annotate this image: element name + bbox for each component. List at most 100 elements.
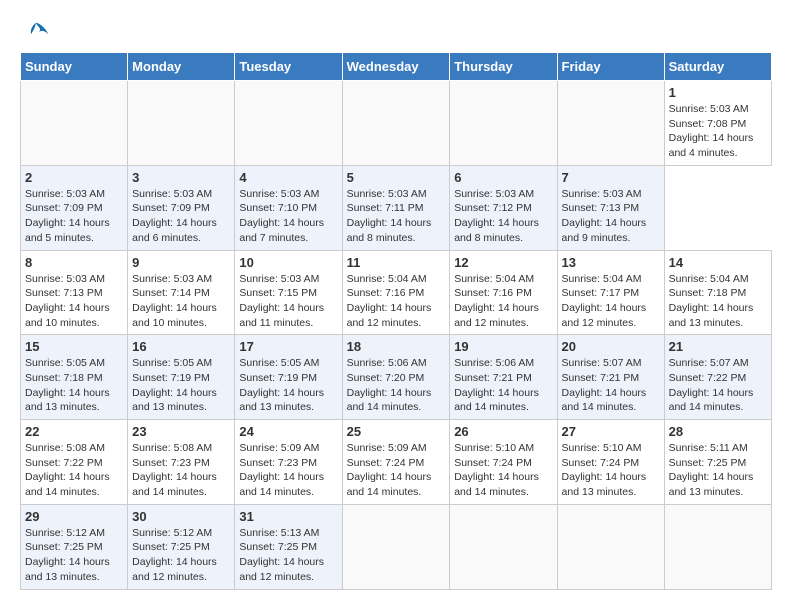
day-number: 23	[132, 424, 230, 439]
day-info: Sunrise: 5:03 AMSunset: 7:11 PMDaylight:…	[347, 188, 432, 244]
calendar-cell: 9 Sunrise: 5:03 AMSunset: 7:14 PMDayligh…	[128, 250, 235, 335]
calendar-cell: 30 Sunrise: 5:12 AMSunset: 7:25 PMDaylig…	[128, 504, 235, 589]
calendar-cell-empty	[342, 504, 450, 589]
day-info: Sunrise: 5:03 AMSunset: 7:09 PMDaylight:…	[25, 188, 110, 244]
day-number: 31	[239, 509, 337, 524]
calendar-cell: 16 Sunrise: 5:05 AMSunset: 7:19 PMDaylig…	[128, 335, 235, 420]
day-number: 24	[239, 424, 337, 439]
day-number: 19	[454, 339, 552, 354]
day-info: Sunrise: 5:04 AMSunset: 7:18 PMDaylight:…	[669, 273, 754, 329]
calendar-cell: 19 Sunrise: 5:06 AMSunset: 7:21 PMDaylig…	[450, 335, 557, 420]
header-wednesday: Wednesday	[342, 53, 450, 81]
calendar-cell: 27 Sunrise: 5:10 AMSunset: 7:24 PMDaylig…	[557, 420, 664, 505]
logo-bird-icon	[22, 20, 50, 48]
day-info: Sunrise: 5:10 AMSunset: 7:24 PMDaylight:…	[454, 442, 539, 498]
day-info: Sunrise: 5:07 AMSunset: 7:21 PMDaylight:…	[562, 357, 647, 413]
day-number: 2	[25, 170, 123, 185]
logo	[20, 20, 50, 44]
day-info: Sunrise: 5:03 AMSunset: 7:15 PMDaylight:…	[239, 273, 324, 329]
calendar-cell-empty	[450, 81, 557, 166]
calendar-cell: 10 Sunrise: 5:03 AMSunset: 7:15 PMDaylig…	[235, 250, 342, 335]
calendar-cell: 26 Sunrise: 5:10 AMSunset: 7:24 PMDaylig…	[450, 420, 557, 505]
calendar-cell: 28 Sunrise: 5:11 AMSunset: 7:25 PMDaylig…	[664, 420, 771, 505]
calendar-cell: 13 Sunrise: 5:04 AMSunset: 7:17 PMDaylig…	[557, 250, 664, 335]
header-tuesday: Tuesday	[235, 53, 342, 81]
day-info: Sunrise: 5:03 AMSunset: 7:13 PMDaylight:…	[25, 273, 110, 329]
header-thursday: Thursday	[450, 53, 557, 81]
header-monday: Monday	[128, 53, 235, 81]
day-number: 6	[454, 170, 552, 185]
calendar-cell-empty	[235, 81, 342, 166]
day-number: 17	[239, 339, 337, 354]
day-info: Sunrise: 5:09 AMSunset: 7:24 PMDaylight:…	[347, 442, 432, 498]
day-number: 30	[132, 509, 230, 524]
calendar-cell: 3 Sunrise: 5:03 AMSunset: 7:09 PMDayligh…	[128, 165, 235, 250]
day-number: 7	[562, 170, 660, 185]
day-number: 22	[25, 424, 123, 439]
header-friday: Friday	[557, 53, 664, 81]
day-info: Sunrise: 5:07 AMSunset: 7:22 PMDaylight:…	[669, 357, 754, 413]
calendar-cell: 15 Sunrise: 5:05 AMSunset: 7:18 PMDaylig…	[21, 335, 128, 420]
day-number: 25	[347, 424, 446, 439]
day-number: 18	[347, 339, 446, 354]
calendar-cell: 29 Sunrise: 5:12 AMSunset: 7:25 PMDaylig…	[21, 504, 128, 589]
day-info: Sunrise: 5:12 AMSunset: 7:25 PMDaylight:…	[25, 527, 110, 583]
calendar-cell-empty	[664, 504, 771, 589]
calendar-cell: 2 Sunrise: 5:03 AMSunset: 7:09 PMDayligh…	[21, 165, 128, 250]
calendar-cell-empty	[450, 504, 557, 589]
day-number: 5	[347, 170, 446, 185]
calendar-week-row: 29 Sunrise: 5:12 AMSunset: 7:25 PMDaylig…	[21, 504, 772, 589]
day-info: Sunrise: 5:05 AMSunset: 7:19 PMDaylight:…	[132, 357, 217, 413]
calendar-week-row: 8 Sunrise: 5:03 AMSunset: 7:13 PMDayligh…	[21, 250, 772, 335]
day-info: Sunrise: 5:03 AMSunset: 7:12 PMDaylight:…	[454, 188, 539, 244]
day-info: Sunrise: 5:04 AMSunset: 7:16 PMDaylight:…	[454, 273, 539, 329]
calendar-cell: 24 Sunrise: 5:09 AMSunset: 7:23 PMDaylig…	[235, 420, 342, 505]
day-info: Sunrise: 5:03 AMSunset: 7:10 PMDaylight:…	[239, 188, 324, 244]
day-number: 1	[669, 85, 767, 100]
day-info: Sunrise: 5:11 AMSunset: 7:25 PMDaylight:…	[669, 442, 754, 498]
calendar-cell: 4 Sunrise: 5:03 AMSunset: 7:10 PMDayligh…	[235, 165, 342, 250]
day-info: Sunrise: 5:09 AMSunset: 7:23 PMDaylight:…	[239, 442, 324, 498]
day-number: 27	[562, 424, 660, 439]
calendar-table: SundayMondayTuesdayWednesdayThursdayFrid…	[20, 52, 772, 590]
calendar-cell: 23 Sunrise: 5:08 AMSunset: 7:23 PMDaylig…	[128, 420, 235, 505]
calendar-cell: 11 Sunrise: 5:04 AMSunset: 7:16 PMDaylig…	[342, 250, 450, 335]
day-number: 13	[562, 255, 660, 270]
calendar-week-row: 2 Sunrise: 5:03 AMSunset: 7:09 PMDayligh…	[21, 165, 772, 250]
calendar-cell: 18 Sunrise: 5:06 AMSunset: 7:20 PMDaylig…	[342, 335, 450, 420]
calendar-cell: 14 Sunrise: 5:04 AMSunset: 7:18 PMDaylig…	[664, 250, 771, 335]
header-saturday: Saturday	[664, 53, 771, 81]
calendar-cell-empty	[557, 504, 664, 589]
day-info: Sunrise: 5:03 AMSunset: 7:08 PMDaylight:…	[669, 103, 754, 159]
calendar-cell: 22 Sunrise: 5:08 AMSunset: 7:22 PMDaylig…	[21, 420, 128, 505]
day-number: 3	[132, 170, 230, 185]
calendar-week-row: 15 Sunrise: 5:05 AMSunset: 7:18 PMDaylig…	[21, 335, 772, 420]
day-number: 10	[239, 255, 337, 270]
calendar-cell-empty	[342, 81, 450, 166]
day-number: 9	[132, 255, 230, 270]
day-info: Sunrise: 5:06 AMSunset: 7:21 PMDaylight:…	[454, 357, 539, 413]
day-info: Sunrise: 5:06 AMSunset: 7:20 PMDaylight:…	[347, 357, 432, 413]
day-number: 28	[669, 424, 767, 439]
calendar-cell: 1 Sunrise: 5:03 AMSunset: 7:08 PMDayligh…	[664, 81, 771, 166]
calendar-cell: 5 Sunrise: 5:03 AMSunset: 7:11 PMDayligh…	[342, 165, 450, 250]
day-info: Sunrise: 5:03 AMSunset: 7:13 PMDaylight:…	[562, 188, 647, 244]
day-info: Sunrise: 5:08 AMSunset: 7:22 PMDaylight:…	[25, 442, 110, 498]
day-number: 11	[347, 255, 446, 270]
day-info: Sunrise: 5:08 AMSunset: 7:23 PMDaylight:…	[132, 442, 217, 498]
page-header	[20, 20, 772, 44]
day-info: Sunrise: 5:03 AMSunset: 7:14 PMDaylight:…	[132, 273, 217, 329]
day-number: 15	[25, 339, 123, 354]
day-number: 16	[132, 339, 230, 354]
header-sunday: Sunday	[21, 53, 128, 81]
day-info: Sunrise: 5:03 AMSunset: 7:09 PMDaylight:…	[132, 188, 217, 244]
day-info: Sunrise: 5:04 AMSunset: 7:17 PMDaylight:…	[562, 273, 647, 329]
day-info: Sunrise: 5:05 AMSunset: 7:19 PMDaylight:…	[239, 357, 324, 413]
calendar-cell: 21 Sunrise: 5:07 AMSunset: 7:22 PMDaylig…	[664, 335, 771, 420]
day-info: Sunrise: 5:12 AMSunset: 7:25 PMDaylight:…	[132, 527, 217, 583]
calendar-cell: 17 Sunrise: 5:05 AMSunset: 7:19 PMDaylig…	[235, 335, 342, 420]
day-info: Sunrise: 5:04 AMSunset: 7:16 PMDaylight:…	[347, 273, 432, 329]
day-number: 14	[669, 255, 767, 270]
calendar-week-row: 1 Sunrise: 5:03 AMSunset: 7:08 PMDayligh…	[21, 81, 772, 166]
day-number: 26	[454, 424, 552, 439]
